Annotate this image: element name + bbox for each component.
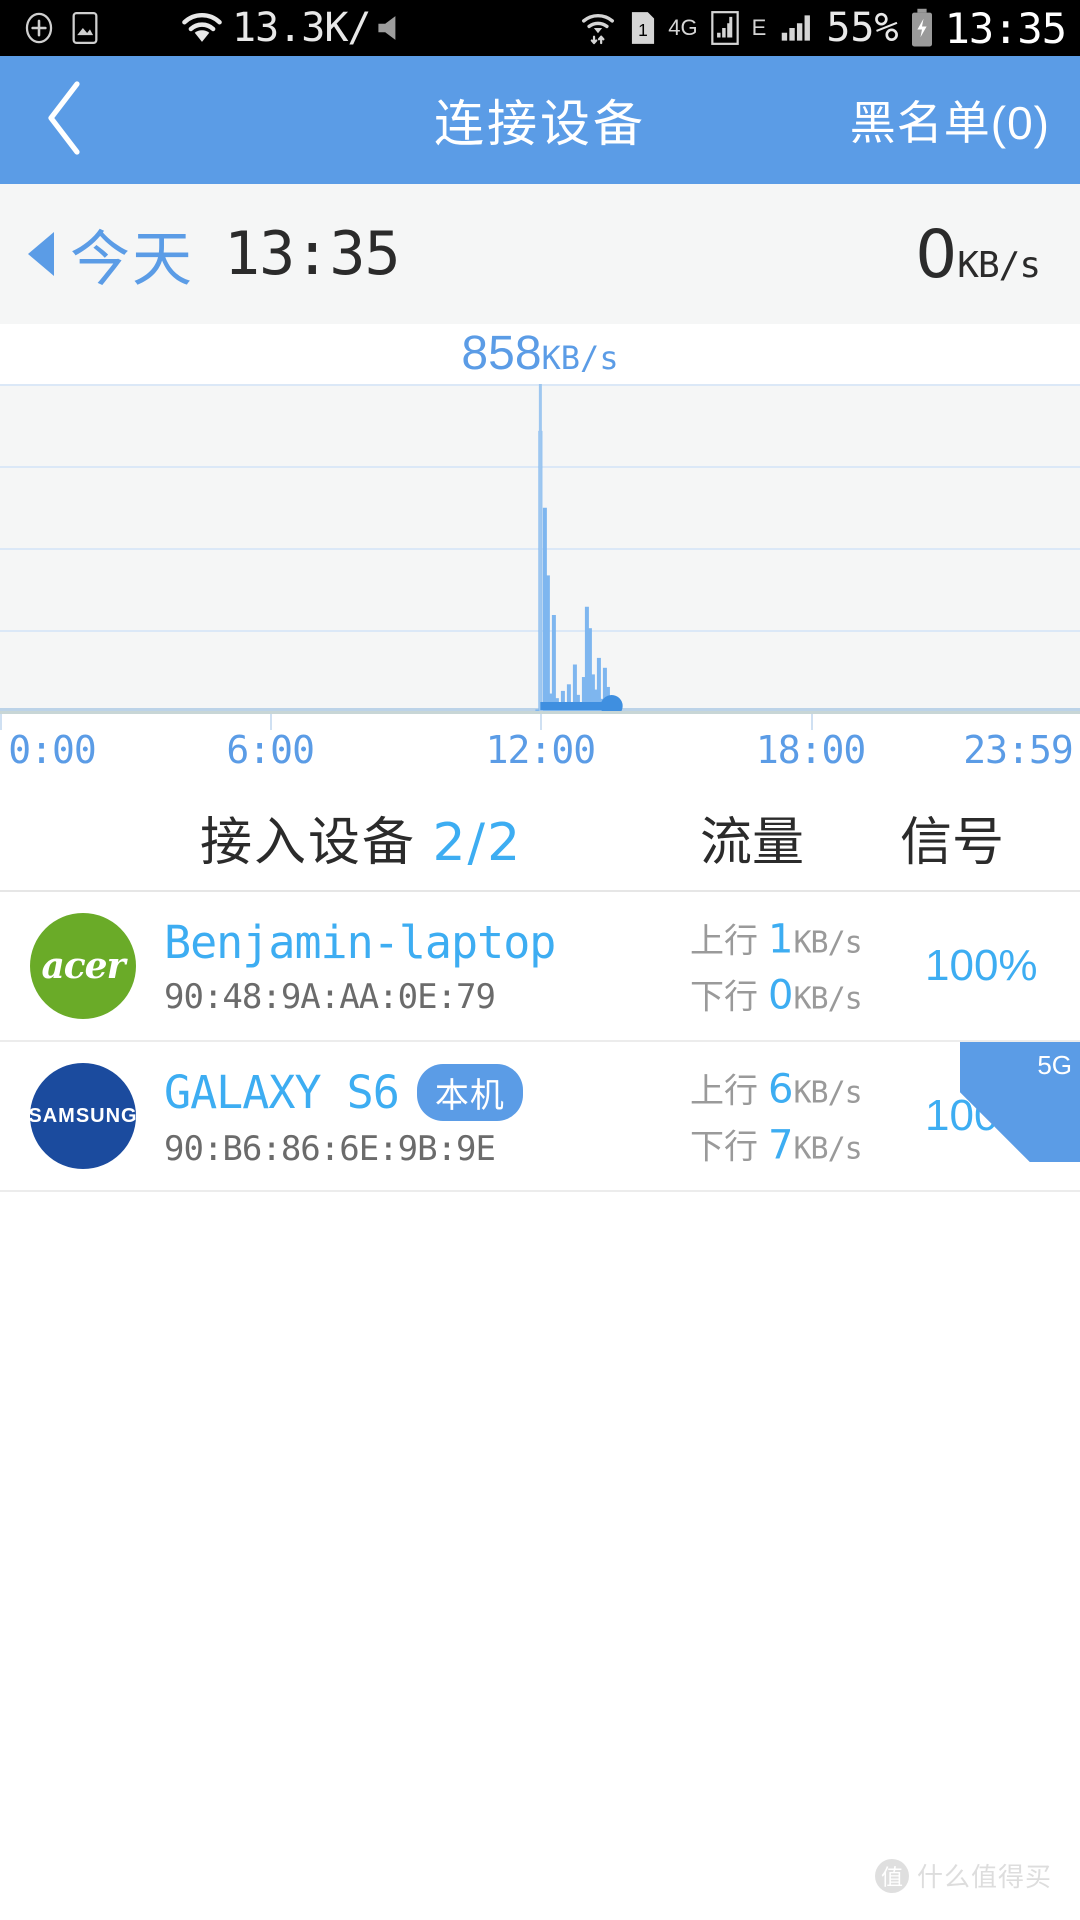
blacklist-button[interactable]: 黑名单(0) bbox=[850, 87, 1050, 153]
device-signal: 100% bbox=[925, 941, 1038, 990]
plus-circle-icon bbox=[22, 11, 56, 45]
device-download: 下行 7 KB/s bbox=[690, 1122, 863, 1169]
device-traffic: 上行 6 KB/s 下行 7 KB/s bbox=[690, 1057, 863, 1176]
battery-percent-text: 55% bbox=[826, 5, 899, 51]
current-speed-unit: KB/s bbox=[957, 244, 1041, 286]
x-tick-label: 23:59 bbox=[963, 728, 1073, 772]
device-upload: 上行 6 KB/s bbox=[690, 1066, 863, 1113]
wifi-icon bbox=[180, 11, 224, 45]
chart-x-axis: 0:00 6:00 12:00 18:00 23:59 bbox=[0, 714, 1080, 784]
status-bar-net: 13.3K/ bbox=[180, 5, 411, 51]
x-tick-label: 0:00 bbox=[8, 728, 97, 772]
chart-peak-label: 858KB/s bbox=[0, 326, 1080, 381]
signal-bars-icon bbox=[776, 9, 816, 47]
device-mac: 90:48:9A:AA:0E:79 bbox=[164, 976, 496, 1017]
device-info: GALAXY S6 本机 90:B6:86:6E:9B:9E bbox=[164, 1063, 523, 1169]
header-devices: 接入设备 2/2 bbox=[200, 800, 522, 875]
samsung-logo: SAMSUNG bbox=[28, 1063, 137, 1169]
device-upload: 上行 1 KB/s bbox=[690, 916, 863, 963]
summary-bar: 今天 13:35 0 KB/s bbox=[0, 184, 1080, 324]
triangle-left-icon[interactable] bbox=[28, 232, 54, 276]
watermark-text: 什么值得买 bbox=[916, 1862, 1052, 1892]
x-tick-label: 18:00 bbox=[755, 728, 866, 772]
current-speed-value: 0 bbox=[915, 215, 958, 293]
header-devices-label: 接入设备 bbox=[200, 813, 417, 872]
network-type-4g: 4G bbox=[668, 15, 698, 40]
status-bar-left bbox=[8, 11, 100, 45]
chart-plot-area bbox=[0, 384, 1080, 714]
chevron-left-icon bbox=[41, 78, 89, 163]
acer-logo: acer bbox=[30, 913, 136, 1019]
sim1-icon: 1 bbox=[628, 9, 658, 47]
mute-icon bbox=[373, 11, 411, 45]
header-signal-label: 信号 bbox=[900, 813, 1005, 872]
watermark-badge: 值 bbox=[874, 1858, 909, 1893]
signal-bars-boxed-icon bbox=[708, 9, 742, 47]
band-corner-tag: 5G bbox=[960, 1042, 1080, 1162]
table-row[interactable]: SAMSUNG GALAXY S6 本机 90:B6:86:6E:9B:9E 上行… bbox=[0, 1042, 1080, 1192]
chart-peak-value: 858 bbox=[461, 327, 542, 380]
device-name: GALAXY S6 本机 bbox=[164, 1063, 523, 1121]
watermark: 值 什么值得买 bbox=[874, 1857, 1052, 1894]
header-devices-count: 2/2 bbox=[432, 812, 523, 873]
summary-time-label: 13:35 bbox=[224, 219, 401, 289]
clock-text: 13:35 bbox=[944, 3, 1067, 53]
current-speed: 0 KB/s bbox=[915, 215, 1041, 293]
network-type-e: E bbox=[751, 15, 767, 40]
status-bar: 13.3K/ 1 4G E 55% 13:35 bbox=[0, 0, 1080, 56]
device-mac: 90:B6:86:6E:9B:9E bbox=[164, 1128, 496, 1169]
svg-text:1: 1 bbox=[638, 20, 648, 40]
network-speed-text: 13.3K/ bbox=[232, 5, 371, 51]
battery-charging-icon bbox=[909, 8, 935, 48]
device-name: Benjamin-laptop bbox=[164, 915, 556, 969]
device-table-header: 接入设备 2/2 流量 信号 bbox=[0, 784, 1080, 892]
traffic-chart: 858KB/s bbox=[0, 327, 1080, 714]
app-bar: 连接设备 黑名单(0) bbox=[0, 56, 1080, 184]
device-list: acer Benjamin-laptop 90:48:9A:AA:0E:79 上… bbox=[0, 892, 1080, 1192]
status-bar-right: 1 4G E 55% 13:35 bbox=[578, 4, 1072, 53]
x-tick-label: 12:00 bbox=[485, 728, 596, 772]
back-button[interactable] bbox=[0, 56, 130, 184]
wifi-data-icon bbox=[578, 9, 618, 47]
header-traffic-label: 流量 bbox=[700, 813, 805, 872]
device-traffic: 上行 1 KB/s 下行 0 KB/s bbox=[690, 907, 863, 1026]
x-tick-label: 6:00 bbox=[226, 728, 315, 772]
image-icon bbox=[70, 11, 100, 45]
device-info: Benjamin-laptop 90:48:9A:AA:0E:79 bbox=[164, 915, 556, 1017]
device-download: 下行 0 KB/s bbox=[690, 972, 863, 1019]
summary-day-label[interactable]: 今天 bbox=[70, 211, 194, 298]
table-row[interactable]: acer Benjamin-laptop 90:48:9A:AA:0E:79 上… bbox=[0, 892, 1080, 1042]
device-local-badge: 本机 bbox=[416, 1063, 523, 1121]
chart-peak-unit: KB/s bbox=[541, 339, 619, 377]
